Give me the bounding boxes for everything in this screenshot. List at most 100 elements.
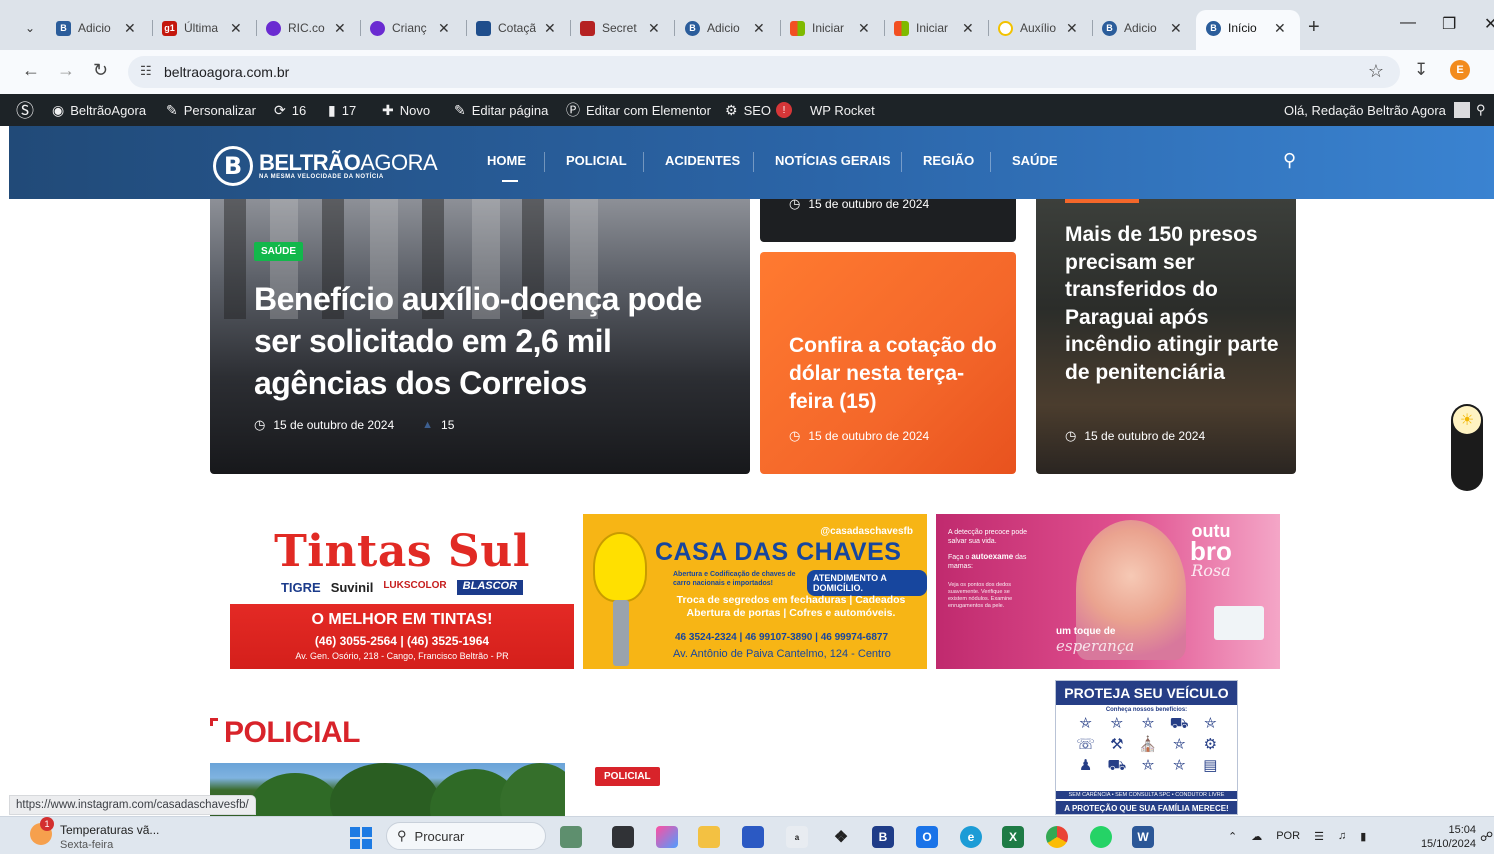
close-icon[interactable]: ✕ (858, 20, 870, 37)
browser-tab[interactable]: Iniciar ✕ (894, 14, 974, 42)
section-title[interactable]: POLICIAL (224, 716, 361, 750)
wp-new[interactable]: ✚ Novo (382, 94, 430, 126)
browser-tab-active[interactable]: B Início ✕ (1206, 14, 1286, 42)
whatsapp-icon[interactable] (1090, 826, 1112, 848)
restore-icon[interactable]: ❐ (1442, 14, 1456, 34)
copilot-icon[interactable] (656, 826, 678, 848)
category-badge[interactable]: POLICIAL (595, 767, 660, 786)
tab-search-button[interactable]: ⌄ (18, 16, 42, 40)
search-icon[interactable]: ⚲ (1283, 150, 1296, 171)
nav-regiao[interactable]: REGIÃO (923, 153, 974, 168)
browser-tab[interactable]: g1 Última ✕ (162, 14, 242, 42)
browser-tab[interactable]: Secret ✕ (580, 14, 660, 42)
dropbox-icon[interactable]: ❖ (830, 826, 852, 848)
close-window-icon[interactable]: ✕ (1484, 14, 1494, 34)
new-tab-button[interactable]: + (1308, 16, 1320, 39)
close-icon[interactable]: ✕ (438, 20, 450, 37)
ad-tintas-sul[interactable]: Tintas Sul TIGRE Suvinil LUKSCOLOR BLASC… (230, 514, 574, 669)
article-title[interactable]: Benefício auxílio-doença pode ser solici… (254, 278, 724, 404)
browser-tab[interactable]: RIC.co ✕ (266, 14, 346, 42)
close-icon[interactable]: ✕ (544, 20, 556, 37)
download-icon[interactable]: ↧ (1414, 60, 1428, 80)
bookmark-star-icon[interactable]: ☆ (1368, 61, 1384, 82)
featured-article-top[interactable]: ◷ 15 de outubro de 2024 (760, 199, 1016, 242)
browser-tab[interactable]: B Adicio ✕ (1102, 14, 1182, 42)
wp-customize[interactable]: ✎ Personalizar (166, 94, 256, 126)
store-icon[interactable] (742, 826, 764, 848)
dark-mode-toggle[interactable]: ☀ (1451, 404, 1483, 491)
address-bar[interactable]: ☷ beltraoagora.com.br ☆ (128, 56, 1400, 88)
outlook-icon[interactable]: O (916, 826, 938, 848)
amazon-icon[interactable]: a (786, 826, 808, 848)
search-icon[interactable]: ⚲ (1476, 94, 1486, 126)
close-icon[interactable]: ✕ (753, 20, 765, 37)
reload-icon[interactable]: ↻ (93, 60, 108, 81)
word-icon[interactable]: W (1132, 826, 1154, 848)
notification-icon[interactable]: ☍ (1480, 829, 1493, 845)
language-indicator[interactable]: POR (1276, 830, 1300, 842)
site-info-icon[interactable]: ☷ (140, 63, 152, 79)
wordpress-logo-icon[interactable]: Ⓢ (16, 94, 40, 126)
taskbar-search[interactable]: ⚲ Procurar (386, 822, 546, 850)
nav-home[interactable]: HOME (487, 153, 526, 168)
wifi-icon[interactable]: ☰ (1314, 830, 1324, 843)
browser-tab[interactable]: B Adicio ✕ (56, 14, 136, 42)
b-app-icon[interactable]: B (872, 826, 894, 848)
close-icon[interactable]: ✕ (962, 20, 974, 37)
wp-site-name[interactable]: ◉ BeltrãoAgora (52, 94, 146, 126)
article-title[interactable]: Mais de 150 presos precisam ser transfer… (1065, 221, 1280, 386)
url-text[interactable]: beltraoagora.com.br (164, 64, 289, 80)
close-icon[interactable]: ✕ (334, 20, 346, 37)
close-icon[interactable]: ✕ (1170, 20, 1182, 37)
browser-tab[interactable]: B Adicio ✕ (685, 14, 765, 42)
category-badge[interactable]: SAÚDE (254, 242, 304, 261)
article-thumbnail[interactable] (210, 763, 565, 823)
windows-start-button[interactable] (350, 827, 372, 849)
clock-icon: ◷ (1065, 428, 1077, 443)
close-icon[interactable]: ✕ (124, 20, 136, 37)
task-view-icon[interactable] (612, 826, 634, 848)
close-icon[interactable]: ✕ (648, 20, 660, 37)
browser-tab[interactable]: Auxílio ✕ (998, 14, 1078, 42)
widgets-app-icon[interactable] (560, 826, 582, 848)
browser-tab[interactable]: Iniciar ✕ (790, 14, 870, 42)
wp-rocket[interactable]: WP Rocket (810, 94, 875, 126)
forward-icon[interactable]: → (57, 60, 75, 81)
file-explorer-icon[interactable] (698, 826, 720, 848)
nav-saude[interactable]: SAÚDE (1012, 153, 1058, 168)
ad-outubro-rosa[interactable]: A detecção precoce pode salvar sua vida.… (936, 514, 1280, 669)
back-icon[interactable]: ← (22, 60, 40, 81)
site-logo[interactable]: B BELTRÃOAGORA NA MESMA VELOCIDADE DA NO… (213, 146, 438, 186)
volume-icon[interactable]: ♫ (1338, 830, 1346, 842)
weather-widget[interactable]: 1 Temperaturas vã... Sexta-feira (30, 817, 159, 853)
featured-article-orange[interactable]: Confira a cotação do dólar nesta terça-f… (760, 252, 1016, 474)
close-icon[interactable]: ✕ (1274, 20, 1286, 37)
wp-edit-page[interactable]: ✎ Editar página (454, 94, 548, 126)
close-icon[interactable]: ✕ (230, 20, 242, 37)
browser-tab[interactable]: Cotaçã ✕ (476, 14, 556, 42)
close-icon[interactable]: ✕ (1066, 20, 1078, 37)
nav-policial[interactable]: POLICIAL (566, 153, 627, 168)
wp-comments[interactable]: ▮ 17 (328, 94, 356, 126)
excel-icon[interactable]: X (1002, 826, 1024, 848)
profile-avatar[interactable]: E (1450, 60, 1470, 80)
ad-proteja-seu-veiculo[interactable]: PROTEJA SEU VEÍCULO Conheça nossos benef… (1055, 680, 1238, 815)
minimize-icon[interactable]: — (1400, 14, 1416, 32)
wp-edit-elementor[interactable]: Ⓟ Editar com Elementor (566, 94, 711, 126)
featured-article-dark[interactable]: Mais de 150 presos precisam ser transfer… (1036, 199, 1296, 474)
browser-tab[interactable]: Crianç ✕ (370, 14, 450, 42)
nav-noticias-gerais[interactable]: NOTÍCIAS GERAIS (775, 153, 891, 168)
article-title[interactable]: Confira a cotação do dólar nesta terça-f… (789, 332, 999, 416)
wp-account[interactable]: Olá, Redação Beltrão Agora (1284, 94, 1470, 126)
nav-acidentes[interactable]: ACIDENTES (665, 153, 740, 168)
wp-updates[interactable]: ⟳ 16 (274, 94, 306, 126)
battery-icon[interactable]: ▮ (1360, 830, 1366, 843)
cloud-icon[interactable]: ☁ (1251, 830, 1262, 843)
edge-icon[interactable]: e (960, 826, 982, 848)
taskbar-clock[interactable]: 15:04 15/10/2024 (1404, 823, 1476, 851)
featured-article-main[interactable]: SAÚDE Benefício auxílio-doença pode ser … (210, 199, 750, 474)
wp-seo[interactable]: ⚙ SEO! (725, 94, 793, 126)
ad-casa-das-chaves[interactable]: @casadaschavesfb CASA DAS CHAVES Abertur… (583, 514, 927, 669)
chevron-up-icon[interactable]: ⌃ (1228, 830, 1237, 843)
chrome-icon[interactable] (1046, 826, 1068, 848)
